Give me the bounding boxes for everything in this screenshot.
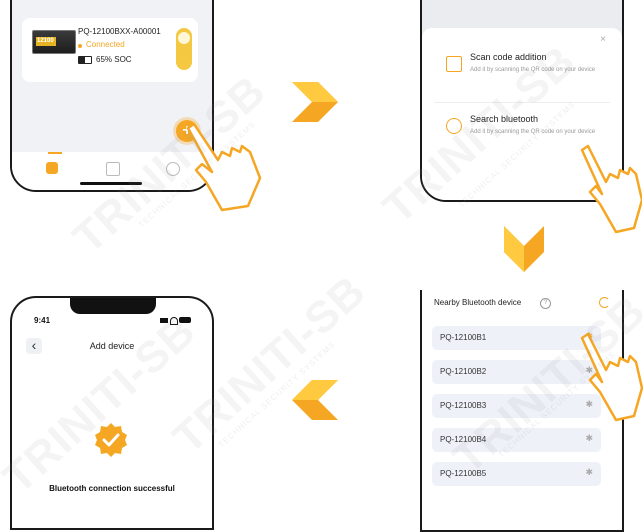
status-dot	[78, 44, 82, 48]
tab-indicator	[48, 152, 62, 154]
help-icon[interactable]: ?	[540, 298, 551, 309]
success-check-icon	[93, 422, 129, 458]
search-desc: Add it by scanning the QR code on your d…	[470, 129, 596, 135]
list-header: Nearby Bluetooth device	[434, 298, 522, 307]
scan-code-option[interactable]: Scan code addition Add it by scanning th…	[434, 46, 610, 103]
battery-label: 12100	[37, 38, 54, 44]
device-name: PQ-12100B2	[440, 367, 487, 376]
arrow-left-icon	[292, 380, 338, 420]
pointing-hand-icon	[580, 144, 642, 234]
bluetooth-icon: ✱	[585, 467, 593, 477]
arrow-down-icon	[504, 226, 544, 272]
scan-icon	[446, 56, 462, 72]
tab-home-icon[interactable]	[46, 162, 58, 174]
power-toggle[interactable]	[176, 28, 192, 70]
battery-image: 12100	[32, 30, 76, 54]
device-card[interactable]: 12100 PQ-12100BXX-A00001 Connected 65% S…	[22, 18, 198, 82]
pointing-hand-icon	[580, 332, 643, 422]
phone-success: 9:41 ‹ Add device Bluetooth connection s…	[10, 296, 214, 530]
scan-desc: Add it by scanning the QR code on your d…	[470, 67, 596, 73]
device-name: PQ-12100B4	[440, 435, 487, 444]
battery-icon	[78, 56, 92, 64]
page-title: Add device	[89, 341, 135, 351]
pointing-hand-icon	[186, 122, 262, 212]
tab-devices-icon[interactable]	[106, 162, 120, 176]
status-time: 9:41	[34, 316, 51, 325]
bluetooth-search-icon	[446, 118, 462, 134]
bluetooth-device-row[interactable]: PQ-12100B5 ✱	[432, 462, 601, 486]
refresh-icon[interactable]	[599, 297, 610, 308]
bluetooth-device-row[interactable]: PQ-12100B4 ✱	[432, 428, 601, 452]
device-name: PQ-12100B3	[440, 401, 487, 410]
home-indicator	[80, 182, 142, 185]
status-icons	[160, 317, 191, 325]
notch	[70, 298, 156, 314]
toggle-knob	[178, 32, 190, 44]
bluetooth-icon: ✱	[585, 433, 593, 443]
soc-value: 65% SOC	[96, 55, 132, 64]
arrow-right-icon	[292, 82, 338, 122]
search-title: Search bluetooth	[470, 114, 539, 124]
scan-title: Scan code addition	[470, 52, 547, 62]
success-message: Bluetooth connection successful	[49, 484, 175, 493]
device-name: PQ-12100BXX-A00001	[78, 27, 161, 36]
close-icon[interactable]: ×	[600, 34, 606, 45]
device-name: PQ-12100B5	[440, 469, 487, 478]
device-name: PQ-12100B1	[440, 333, 487, 342]
connection-status: Connected	[86, 40, 125, 49]
